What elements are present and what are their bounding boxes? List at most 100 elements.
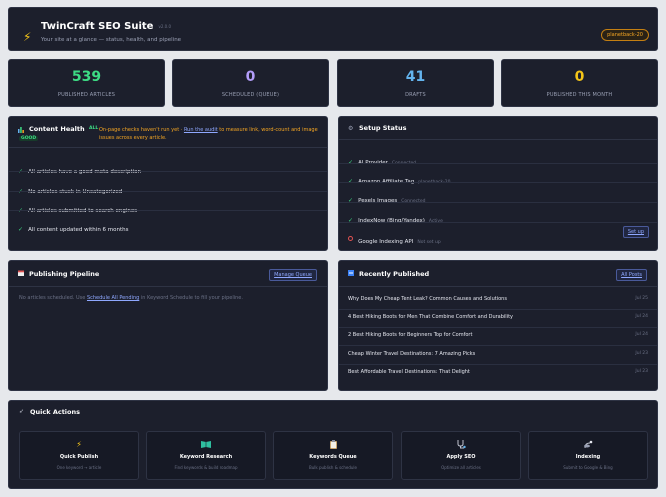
pipeline-header: Publishing Pipeline Manage Queue	[9, 261, 327, 287]
divider	[9, 171, 327, 172]
gear-icon: ⚙	[348, 125, 354, 132]
divider	[339, 222, 657, 223]
stat-label: DRAFTS	[405, 92, 426, 98]
content-health-title: Content Health	[29, 125, 85, 133]
all-posts-button[interactable]: All Posts	[616, 269, 647, 281]
recent-post-title[interactable]: Why Does My Cheap Tent Leak? Common Caus…	[348, 296, 507, 302]
rocket-icon: ➶	[19, 408, 25, 415]
setup-item-amazon-tag: ✓ Amazon Affiliate Tag planetback-20	[348, 164, 649, 185]
circle-icon	[348, 236, 353, 241]
divider	[9, 191, 327, 192]
stat-value: 0	[245, 69, 256, 85]
stat-label: SCHEDULED (QUEUE)	[221, 92, 280, 98]
schedule-all-pending-link[interactable]: Schedule All Pending	[87, 295, 139, 301]
recent-post-row[interactable]: Why Does My Cheap Tent Leak? Common Caus…	[348, 292, 648, 309]
qa-title: Apply SEO	[446, 454, 476, 460]
qa-sub: One keyword → article	[56, 465, 102, 470]
recent-post-date: Jul 23	[635, 351, 648, 356]
setup-item-name: Google Indexing API	[358, 239, 414, 245]
recent-post-date: Jul 24	[635, 332, 648, 337]
quick-publish-button[interactable]: ⚡ Quick Publish One keyword → article	[19, 431, 139, 480]
qa-title: Quick Publish	[59, 454, 99, 460]
check-icon: ✓	[18, 226, 24, 233]
affiliate-tag-badge: planetback-20	[601, 29, 649, 41]
stat-card-scheduled: 0 SCHEDULED (QUEUE)	[172, 59, 329, 107]
recent-post-row[interactable]: Best Affordable Travel Destinations: Tha…	[348, 365, 648, 382]
health-item: ✓ All content updated within 6 months	[18, 216, 129, 235]
recent-post-title[interactable]: 2 Best Hiking Boots for Beginners Top fo…	[348, 332, 472, 338]
recent-post-date: Jul 23	[635, 369, 648, 374]
stat-card-drafts: 41 DRAFTS	[337, 59, 494, 107]
setup-item-pexels: ✓ Pexels Images Connected	[348, 183, 649, 204]
lightning-icon: ⚡	[76, 440, 82, 449]
setup-google-indexing-button[interactable]: Set up	[622, 226, 649, 238]
divider	[339, 345, 657, 346]
health-item: ✓ No articles stuck in Uncategorized	[18, 178, 122, 197]
content-health-card: Content Health ALL GOOD On-page checks h…	[8, 116, 328, 251]
recent-post-date: Jul 24	[635, 314, 648, 319]
indexing-button[interactable]: Indexing Submit to Google & Bing	[528, 431, 648, 480]
empty-pre: No articles scheduled. Use	[19, 295, 87, 301]
audit-notice-pre: On-page checks haven't run yet ·	[99, 127, 184, 133]
app-title-text: TwinCraft SEO Suite	[41, 21, 154, 32]
health-item-text: All articles submitted to search engines	[28, 208, 138, 214]
clipboard-icon	[274, 440, 392, 451]
quick-actions-card: ➶ Quick Actions ⚡ Quick Publish One keyw…	[8, 400, 658, 489]
recent-post-title[interactable]: 4 Best Hiking Boots for Men That Combine…	[348, 314, 513, 320]
health-item-text: All content updated within 6 months	[28, 227, 129, 233]
qa-title: Keywords Queue	[309, 454, 357, 460]
newspaper-icon	[348, 270, 354, 278]
health-item-text: All articles have a good meta descriptio…	[28, 169, 141, 175]
bar-chart-icon	[18, 126, 24, 135]
divider	[9, 210, 327, 211]
pipeline-title: Publishing Pipeline	[29, 270, 100, 278]
calendar-icon	[18, 270, 24, 278]
keywords-queue-button[interactable]: Keywords Queue Bulk publish & schedule	[273, 431, 393, 480]
stat-card-this-month: 0 PUBLISHED THIS MONTH	[501, 59, 658, 107]
stat-label: PUBLISHED THIS MONTH	[546, 92, 613, 98]
health-status-badge: GOOD	[19, 136, 39, 141]
empty-post: in Keyword Schedule to fill your pipelin…	[139, 295, 243, 301]
stat-card-published: 539 PUBLISHED ARTICLES	[8, 59, 165, 107]
quick-actions-title: Quick Actions	[30, 408, 81, 416]
app-title: TwinCraft SEO Suite v2.0.0	[41, 21, 171, 32]
recent-post-date: Jul 25	[635, 296, 648, 301]
content-health-header: Content Health ALL GOOD On-page checks h…	[9, 117, 327, 148]
qa-sub: Find keywords & build roadmap	[174, 465, 238, 470]
apply-seo-button[interactable]: Apply SEO Optimize all articles	[401, 431, 521, 480]
satellite-icon	[529, 440, 647, 451]
qa-sub: Optimize all articles	[441, 465, 481, 470]
recent-post-title[interactable]: Cheap Winter Travel Destinations: 7 Amaz…	[348, 351, 475, 357]
run-audit-link[interactable]: Run the audit	[184, 127, 218, 133]
pipeline-empty-message: No articles scheduled. Use Schedule All …	[19, 295, 243, 301]
health-status-top: ALL	[89, 126, 99, 131]
setup-item-ai-provider: ✓ AI Provider Connected	[348, 145, 649, 166]
lightning-icon: ⚡	[23, 30, 32, 44]
setup-item-indexnow: ✓ IndexNow (Bing/Yandex) Active	[348, 203, 649, 224]
stat-value: 41	[405, 69, 426, 85]
recent-post-row[interactable]: 4 Best Hiking Boots for Men That Combine…	[348, 310, 648, 327]
qa-title: Keyword Research	[179, 454, 233, 460]
qa-sub: Bulk publish & schedule	[308, 465, 358, 470]
qa-sub: Submit to Google & Bing	[563, 465, 613, 470]
recent-header: Recently Published All Posts	[339, 261, 657, 287]
manage-queue-button[interactable]: Manage Queue	[269, 269, 317, 281]
recent-post-title[interactable]: Best Affordable Travel Destinations: Tha…	[348, 369, 470, 375]
stethoscope-icon	[402, 440, 520, 451]
recent-post-row[interactable]: 2 Best Hiking Boots for Beginners Top fo…	[348, 328, 648, 345]
setup-item-status: Not set up	[417, 240, 441, 245]
stat-value: 0	[574, 69, 585, 85]
recent-title: Recently Published	[359, 270, 430, 278]
health-item-text: No articles stuck in Uncategorized	[28, 189, 123, 195]
version-label: v2.0.0	[158, 23, 172, 29]
stat-value: 539	[71, 69, 102, 85]
header-card: ⚡ TwinCraft SEO Suite v2.0.0 Your site at…	[8, 7, 658, 51]
recent-post-row[interactable]: Cheap Winter Travel Destinations: 7 Amaz…	[348, 347, 648, 364]
health-item: ✓ All articles have a good meta descript…	[18, 158, 141, 177]
keyword-research-button[interactable]: Keyword Research Find keywords & build r…	[146, 431, 266, 480]
stat-label: PUBLISHED ARTICLES	[57, 92, 116, 98]
app-subtitle: Your site at a glance — status, health, …	[41, 37, 182, 43]
health-item: ✓ All articles submitted to search engin…	[18, 197, 137, 216]
setup-status-header: ⚙ Setup Status	[339, 117, 657, 140]
publishing-pipeline-card: Publishing Pipeline Manage Queue No arti…	[8, 260, 328, 391]
